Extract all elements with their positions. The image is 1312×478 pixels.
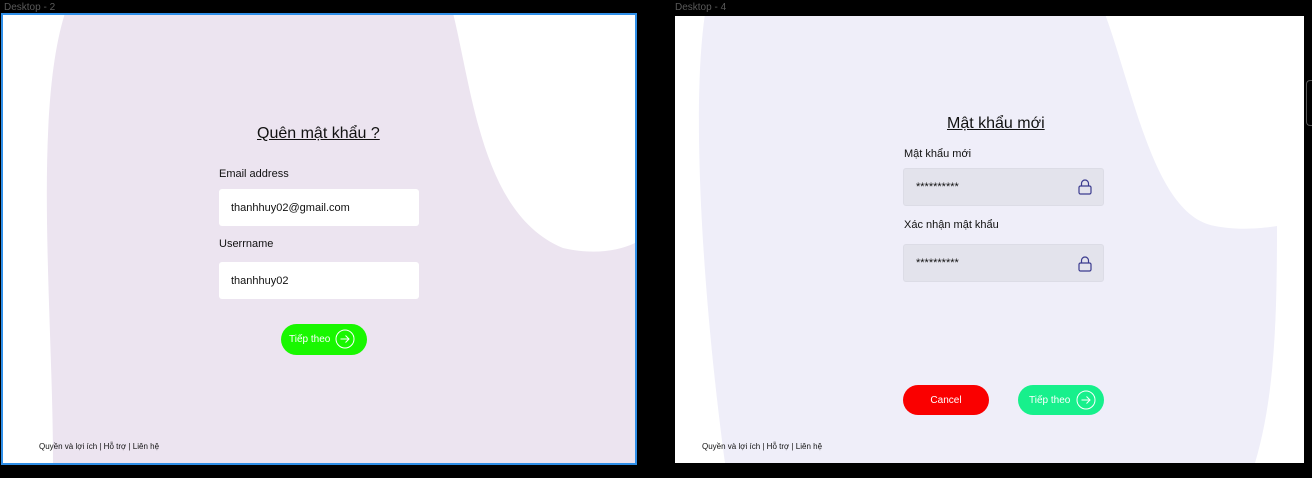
new-password-label: Mật khẩu mới	[904, 148, 972, 160]
desktop-4-frame: Mật khẩu mới Mật khẩu mới Xác nhận mật k…	[675, 16, 1304, 463]
email-label: Email address	[219, 168, 289, 180]
page-title: Mật khẩu mới	[947, 115, 1045, 132]
email-field[interactable]	[219, 189, 419, 226]
footer-links[interactable]: Quyền và lợi ích | Hỗ trợ | Liên hệ	[39, 442, 159, 451]
desktop-2-frame: Quên mật khẩu ? Email address Userrname …	[1, 13, 637, 465]
next-button[interactable]: Tiếp theo	[1018, 385, 1104, 415]
cancel-button-label: Cancel	[930, 394, 962, 406]
username-field[interactable]	[219, 262, 419, 299]
background-blob	[698, 16, 1277, 463]
footer-links[interactable]: Quyền và lợi ích | Hỗ trợ | Liên hệ	[702, 442, 822, 451]
lock-icon[interactable]	[1078, 179, 1092, 195]
next-button-label: Tiếp theo	[289, 334, 331, 345]
lock-icon[interactable]	[1078, 256, 1092, 272]
cancel-button[interactable]: Cancel	[903, 385, 989, 415]
frame-label-desktop-2[interactable]: Desktop - 2	[4, 2, 55, 13]
next-button-label: Tiếp theo	[1029, 394, 1071, 406]
confirm-password-field[interactable]	[903, 244, 1104, 282]
confirm-password-label: Xác nhận mật khẩu	[904, 219, 999, 231]
arrow-right-circle-icon	[335, 329, 355, 349]
next-button[interactable]: Tiếp theo	[281, 324, 367, 355]
background-blob	[46, 15, 635, 463]
side-panel-handle[interactable]	[1306, 80, 1312, 126]
page-title: Quên mật khẩu ?	[257, 125, 380, 142]
new-password-field[interactable]	[903, 168, 1104, 206]
frame-label-desktop-4[interactable]: Desktop - 4	[675, 2, 726, 13]
username-label: Userrname	[219, 238, 274, 250]
arrow-right-circle-icon	[1076, 390, 1096, 410]
